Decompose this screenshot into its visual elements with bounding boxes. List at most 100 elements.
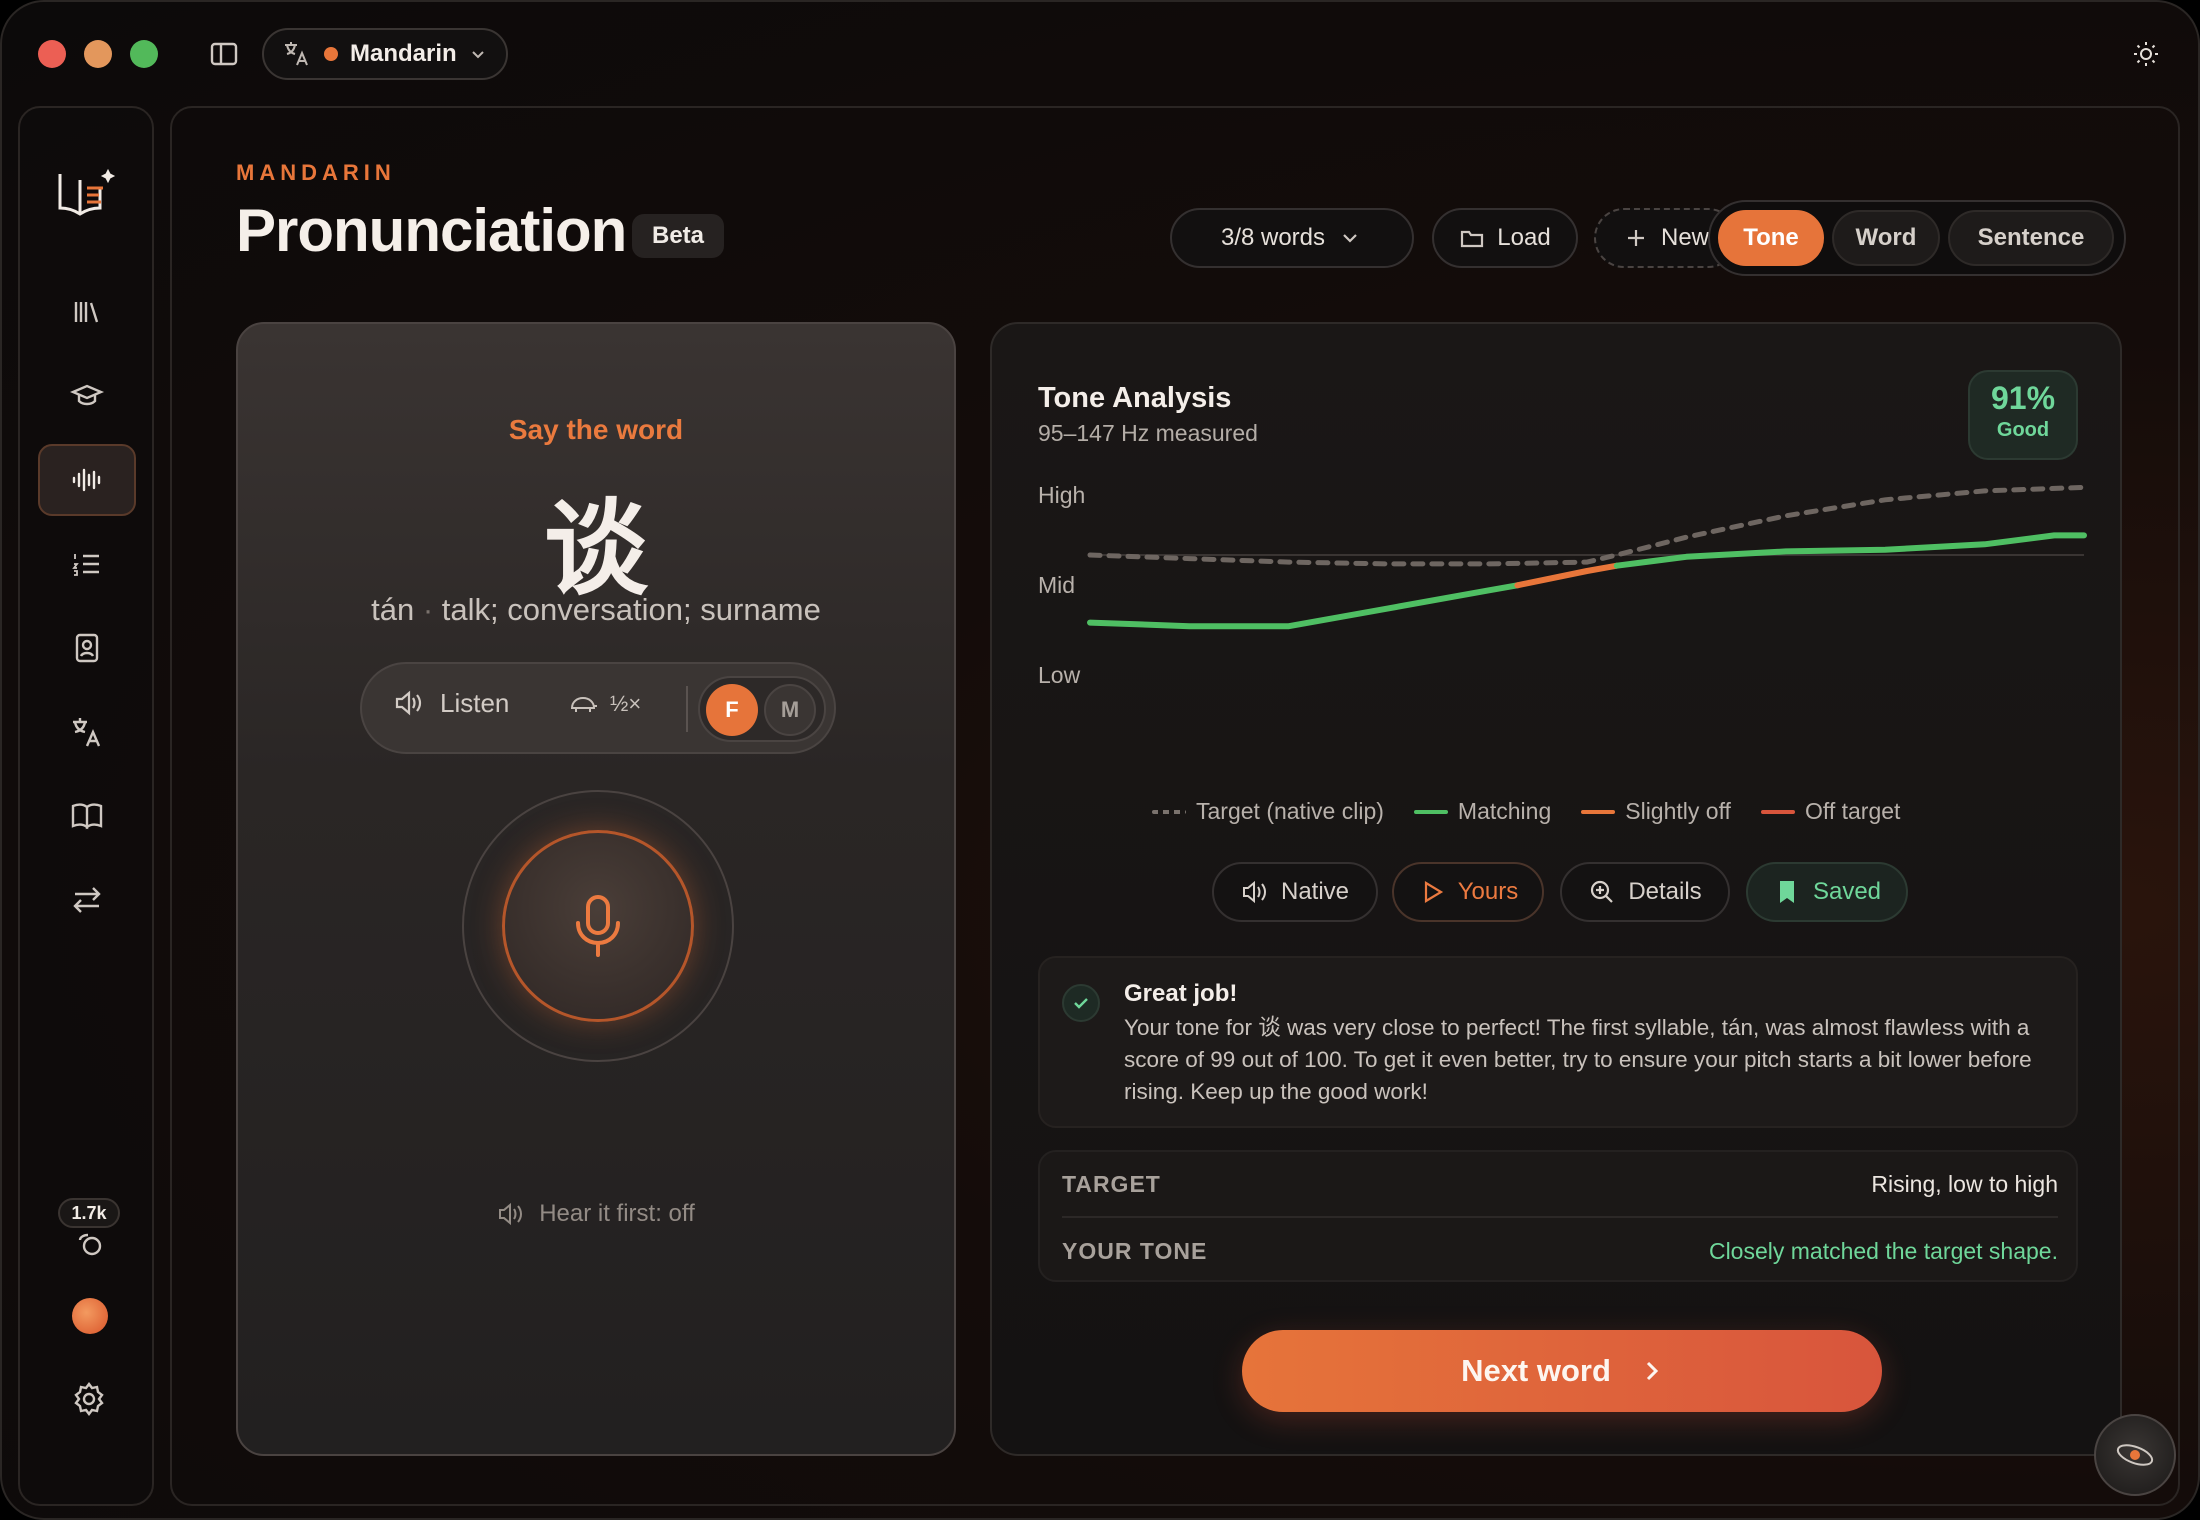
user-avatar[interactable] <box>72 1298 108 1334</box>
saved-label: Saved <box>1812 878 1882 905</box>
zoom-window-button[interactable] <box>130 40 158 68</box>
legend-target-label: Target (native clip) <box>1196 798 1384 824</box>
legend-off-target: Off target <box>1760 798 1900 825</box>
swap-arrows-icon <box>73 887 101 913</box>
word-gloss: tán · talk; conversation; surname <box>238 592 954 628</box>
sidebar-item-lists[interactable] <box>38 528 136 600</box>
sidebar-item-reader[interactable] <box>38 780 136 852</box>
plus-icon <box>1627 230 1644 246</box>
graduation-cap-icon <box>69 384 105 406</box>
series-your-pitch-segment-matching <box>1087 582 1521 630</box>
minimize-window-button[interactable] <box>84 40 112 68</box>
contact-book-icon <box>75 633 99 663</box>
meaning: talk; conversation; surname <box>441 592 821 627</box>
gloss-separator: · <box>422 592 434 627</box>
your-tone-row: YOUR TONE Closely matched the target sha… <box>1062 1218 2058 1284</box>
sidebar-item-swap[interactable] <box>38 864 136 936</box>
coins-icon <box>78 1233 102 1256</box>
record-button[interactable] <box>502 830 694 1022</box>
zoom-in-icon <box>1591 880 1614 903</box>
folder-icon <box>1461 230 1484 248</box>
mode-segmented-control: Tone Word Sentence <box>1708 200 2126 276</box>
play-native-button[interactable]: Native <box>1212 862 1378 922</box>
audio-waveform-icon <box>72 468 101 492</box>
tone-analysis-card: Tone Analysis 95–147 Hz measured 91% Goo… <box>990 322 2122 1456</box>
chevron-down-icon <box>471 51 484 59</box>
theme-toggle-sun-icon[interactable] <box>2130 38 2162 70</box>
page-title: Pronunciation <box>236 197 627 264</box>
legend-target: Target (native clip) <box>1152 798 1384 825</box>
chevron-down-icon <box>1343 234 1357 243</box>
feedback-title: Great job! <box>1124 980 1238 1007</box>
pitch-contour-chart <box>1087 484 2087 630</box>
close-window-button[interactable] <box>38 40 66 68</box>
sidebar-toggle-icon[interactable] <box>208 38 240 70</box>
series-your-pitch-segment-slightly-off <box>1514 562 1620 589</box>
legend-slightly-off-label: Slightly off <box>1625 798 1731 824</box>
listen-controls: Listen ½× F M <box>360 662 836 754</box>
speaker-icon <box>1242 880 1266 904</box>
target-row: TARGET Rising, low to high <box>1062 1152 2058 1218</box>
sidebar-item-translate[interactable] <box>38 696 136 768</box>
beta-badge: Beta <box>632 214 725 258</box>
main-panel: MANDARIN Pronunciation Beta 3/8 words Lo… <box>170 106 2180 1506</box>
galaxy-icon <box>2116 1444 2154 1466</box>
play-yours-button[interactable]: Yours <box>1392 862 1544 922</box>
legend-matching: Matching <box>1413 798 1552 825</box>
speaker-icon <box>499 1202 523 1226</box>
listen-button[interactable]: Listen <box>392 686 509 720</box>
sidebar-item-contacts[interactable] <box>38 612 136 684</box>
yours-label: Yours <box>1457 878 1519 905</box>
voice-female-button[interactable]: F <box>706 684 758 736</box>
xp-counter[interactable]: 1.7k <box>58 1198 120 1264</box>
series-your-pitch-segment-matching <box>1613 532 2087 569</box>
load-button[interactable]: Load <box>1432 208 1578 268</box>
saved-button[interactable]: Saved <box>1746 862 1908 922</box>
title-bar: Mandarin <box>2 2 2198 106</box>
sidebar-item-courses[interactable] <box>38 360 136 432</box>
sidebar-item-pronunciation[interactable] <box>38 444 136 516</box>
app-window: Mandarin 1.7k MANDARIN Pronunciation Bet… <box>0 0 2200 1520</box>
sidebar-item-library[interactable] <box>38 276 136 348</box>
speed-label: ½× <box>610 691 642 716</box>
word-progress-label: 3/8 words <box>1220 224 1326 251</box>
word-progress-dropdown[interactable]: 3/8 words <box>1170 208 1414 268</box>
legend-slightly-off: Slightly off <box>1581 798 1731 825</box>
assistant-orb-button[interactable] <box>2094 1414 2176 1496</box>
new-label: New <box>1660 224 1709 251</box>
details-label: Details <box>1628 878 1702 905</box>
hear-first-toggle[interactable]: Hear it first: off <box>238 1200 954 1228</box>
sidebar: 1.7k <box>18 106 154 1506</box>
listen-label: Listen <box>440 687 510 718</box>
legend-swatch-off-target <box>1760 809 1795 814</box>
translate-icon <box>73 718 101 747</box>
numbered-list-icon <box>72 554 99 576</box>
xp-count: 1.7k <box>58 1198 120 1228</box>
listen-divider <box>686 686 688 732</box>
target-key: TARGET <box>1062 1170 1161 1197</box>
mode-tab-sentence[interactable]: Sentence <box>1948 210 2114 266</box>
play-icon <box>1424 881 1443 903</box>
page-eyebrow: MANDARIN <box>236 160 396 185</box>
legend-matching-label: Matching <box>1457 798 1552 824</box>
your-tone-key: YOUR TONE <box>1062 1237 1208 1264</box>
mode-tab-word[interactable]: Word <box>1832 210 1940 266</box>
next-word-button[interactable]: Next word <box>1242 1330 1882 1412</box>
settings-gear-icon[interactable] <box>70 1380 108 1418</box>
details-button[interactable]: Details <box>1560 862 1730 922</box>
bookmark-icon <box>1779 881 1794 903</box>
mode-tab-tone[interactable]: Tone <box>1718 210 1824 266</box>
slow-speed-button[interactable]: ½× <box>568 690 641 718</box>
pinyin: tán <box>371 592 415 627</box>
language-selector[interactable]: Mandarin <box>262 28 508 80</box>
your-tone-value: Closely matched the target shape. <box>1708 1237 2058 1264</box>
legend-swatch-target <box>1152 809 1186 814</box>
voice-male-button[interactable]: M <box>764 684 816 736</box>
native-label: Native <box>1280 878 1350 905</box>
check-icon <box>1062 984 1100 1022</box>
language-name: Mandarin <box>350 40 457 67</box>
chart-legend: Target (native clip) Matching Slightly o… <box>1152 798 1900 825</box>
library-icon <box>74 302 99 323</box>
feedback-body: Your tone for 谈 was very close to perfec… <box>1124 1015 2032 1104</box>
series-target-line <box>1087 484 2087 567</box>
